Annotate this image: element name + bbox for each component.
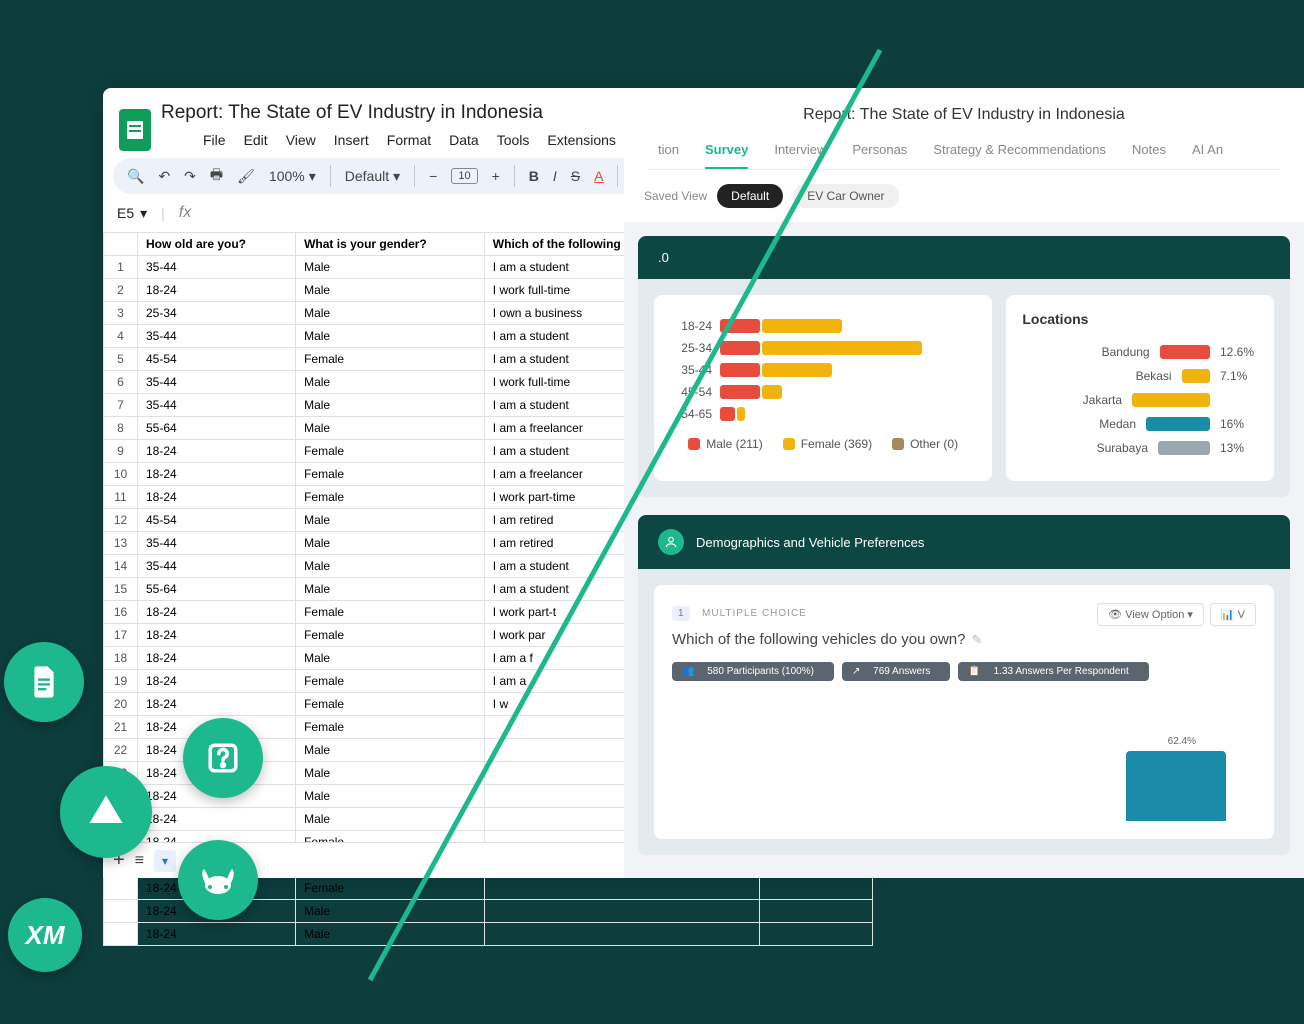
dashboard-window: Report: The State of EV Industry in Indo… <box>624 88 1304 878</box>
decrease-font-icon[interactable]: − <box>429 168 437 184</box>
menu-extensions[interactable]: Extensions <box>547 132 615 148</box>
redo-icon[interactable]: ↷ <box>184 168 196 185</box>
tab-personas[interactable]: Personas <box>852 142 907 169</box>
menu-data[interactable]: Data <box>449 132 479 148</box>
question-number: 1 <box>672 606 690 621</box>
person-icon <box>658 529 684 555</box>
menu-tools[interactable]: Tools <box>497 132 530 148</box>
locations-chart-card: Locations Bandung12.6%Bekasi7.1%JakartaM… <box>1006 295 1274 481</box>
sheet-tab-dropdown[interactable]: ▾ <box>154 850 176 872</box>
tab-ai[interactable]: AI An <box>1192 142 1223 169</box>
sheets-menu-bar: File Edit View Insert Format Data Tools Extensi… <box>161 124 663 158</box>
badge-arrow-icon <box>60 766 152 858</box>
tab-interview[interactable]: Interview <box>774 142 826 169</box>
menu-format[interactable]: Format <box>387 132 431 148</box>
view-v-button[interactable]: 📊 V <box>1210 603 1256 626</box>
search-icon[interactable]: 🔍 <box>127 168 144 185</box>
locations-title: Locations <box>1022 311 1258 327</box>
edit-icon[interactable]: ✎ <box>972 632 983 647</box>
formula-icon: fx <box>179 204 191 222</box>
cell-reference-box[interactable]: E5 ▾ <box>117 205 147 222</box>
zoom-dropdown[interactable]: 100% ▾ <box>269 168 316 185</box>
stat-participants: 👥 580 Participants (100%) <box>672 662 834 681</box>
badge-question-icon <box>183 718 263 798</box>
sheets-title[interactable]: Report: The State of EV Industry in Indo… <box>161 102 663 124</box>
badge-xm-icon: XM <box>8 898 82 972</box>
question-type: MULTIPLE CHOICE <box>702 608 807 619</box>
badge-monkey-icon <box>178 840 258 920</box>
italic-button[interactable]: I <box>553 168 557 184</box>
stat-per-respondent: 📋 1.33 Answers Per Respondent <box>958 662 1148 681</box>
tab-strategy[interactable]: Strategy & Recommendations <box>933 142 1106 169</box>
sheets-logo-icon <box>119 109 151 151</box>
stat-answers: ↗ 769 Answers <box>842 662 950 681</box>
question-title: Which of the following vehicles do you o… <box>672 631 966 648</box>
badge-docs-icon <box>4 642 84 722</box>
text-color-button[interactable]: A <box>594 168 603 184</box>
menu-view[interactable]: View <box>286 132 316 148</box>
menu-insert[interactable]: Insert <box>334 132 369 148</box>
view-option-button[interactable]: 👁 View Option ▾ <box>1097 603 1204 626</box>
strikethrough-button[interactable]: S <box>571 168 580 184</box>
paint-format-icon[interactable]: 🖌 <box>237 168 255 185</box>
all-sheets-button[interactable]: ≡ <box>135 852 144 870</box>
print-icon[interactable]: 🖶 <box>210 164 223 188</box>
dashboard-tabs: tion Survey Interview Personas Strategy & Re… <box>648 124 1280 170</box>
bold-button[interactable]: B <box>529 168 539 184</box>
tab-survey[interactable]: Survey <box>705 142 748 169</box>
tab-notes[interactable]: Notes <box>1132 142 1166 169</box>
section-header-2: Demographics and Vehicle Preferences <box>638 515 1290 569</box>
saved-view-label: Saved View <box>644 189 707 203</box>
saved-view-default[interactable]: Default <box>717 184 783 208</box>
saved-view-ev-owner[interactable]: EV Car Owner <box>793 184 898 208</box>
age-gender-chart-card: 18-2425-3435-4445-5454-65 Male (211)Fema… <box>654 295 992 481</box>
font-size-input[interactable]: 10 <box>451 168 477 184</box>
tab-tion[interactable]: tion <box>658 142 679 169</box>
menu-edit[interactable]: Edit <box>244 132 268 148</box>
increase-font-icon[interactable]: + <box>492 168 500 184</box>
undo-icon[interactable]: ↶ <box>158 168 170 185</box>
question-card-1: 1 MULTIPLE CHOICE 📊 V 👁 View Option ▾ Wh… <box>654 585 1274 839</box>
section-header-1: .0 <box>638 236 1290 279</box>
menu-file[interactable]: File <box>203 132 226 148</box>
font-dropdown[interactable]: Default ▾ <box>345 168 400 185</box>
dashboard-title: Report: The State of EV Industry in Indo… <box>648 106 1280 124</box>
vehicle-ownership-chart: 62.4% <box>672 711 1256 821</box>
